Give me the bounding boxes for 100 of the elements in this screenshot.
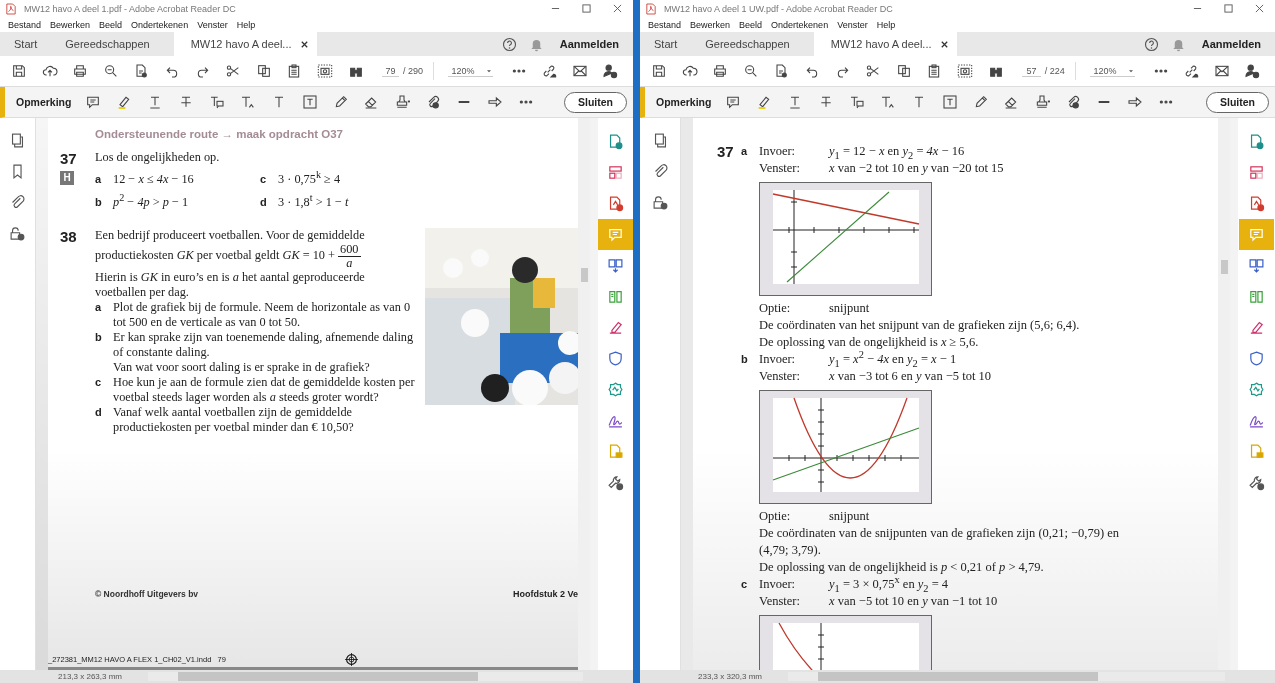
lock-icon[interactable]: [9, 225, 26, 242]
menu-item[interactable]: Beeld: [99, 19, 123, 30]
pages-icon[interactable]: [9, 132, 26, 149]
cloud-upload-icon[interactable]: [41, 63, 58, 79]
chapter-label: Hoofdstuk 2 Ve: [513, 589, 578, 599]
tab[interactable]: MW12 havo A deel...: [173, 32, 317, 56]
files-icon: [1248, 257, 1265, 274]
question-text: Er kan sprake zijn van toenemende daling, afnemende daling of constante daling.: [113, 330, 415, 360]
inequality: 3 · 0,75$^{k}$ ≥ 4: [278, 172, 341, 187]
copy-icon[interactable]: [255, 63, 272, 79]
zoom-search-icon[interactable]: [742, 63, 759, 79]
sign-in-link[interactable]: Aanmelden: [1201, 38, 1261, 50]
close-icon[interactable]: [1255, 4, 1264, 13]
menu-item[interactable]: Bewerken: [50, 19, 91, 30]
page-number-field[interactable]: 57: [1022, 65, 1041, 77]
comment-icon[interactable]: [725, 94, 742, 110]
close-icon[interactable]: [939, 39, 949, 49]
menu-item[interactable]: Ondertekenen: [771, 19, 829, 30]
row-value: x van −3 tot 6 en y van −5 tot 10: [829, 368, 991, 385]
close-button[interactable]: Sluiten: [1206, 91, 1269, 113]
row-label: Invoer:: [759, 351, 797, 368]
file-edit-icon[interactable]: [773, 63, 790, 79]
text-box-icon[interactable]: [301, 94, 318, 110]
tab[interactable]: Start: [640, 32, 692, 56]
arrow-icon[interactable]: [487, 94, 503, 110]
print-icon[interactable]: [72, 63, 89, 79]
tab[interactable]: Gereedschappen: [691, 32, 804, 56]
zoom-dropdown[interactable]: 120%: [1089, 65, 1135, 77]
vertical-scrollbar[interactable]: [578, 118, 590, 670]
stamp-icon[interactable]: [394, 94, 411, 110]
save-icon[interactable]: [11, 63, 27, 79]
stamp-icon[interactable]: [1034, 94, 1051, 110]
maximize-icon[interactable]: [1224, 4, 1233, 13]
replace-text-icon[interactable]: [209, 94, 225, 110]
menu-item[interactable]: Bestand: [8, 19, 42, 30]
question-text: Hoe kun je aan de formule zien dat de gemiddelde kosten per voetbal steeds lager worden als a steeds groter wordt?: [113, 375, 416, 405]
zoom-search-icon[interactable]: [102, 63, 119, 79]
save-icon[interactable]: [651, 63, 667, 79]
part-letter: d: [95, 405, 103, 420]
part-letter: a: [95, 172, 103, 187]
mail-icon[interactable]: [1213, 63, 1230, 79]
file-edit-icon[interactable]: [133, 63, 150, 79]
user-add-icon[interactable]: [1244, 63, 1261, 79]
file-icon: [1248, 443, 1265, 460]
link-icon[interactable]: [541, 63, 558, 79]
scrollbar-thumb[interactable]: [1221, 260, 1228, 274]
menu-item[interactable]: Bestand: [648, 19, 682, 30]
close-button[interactable]: Sluiten: [564, 91, 627, 113]
replace-text-icon[interactable]: [849, 94, 865, 110]
comment-icon[interactable]: [85, 94, 102, 110]
wrench-plus-icon: [607, 474, 624, 491]
user-add-icon[interactable]: [602, 63, 619, 79]
tab[interactable]: MW12 havo A deel...: [813, 32, 957, 56]
menu-item[interactable]: Ondertekenen: [131, 19, 189, 30]
text-box-icon[interactable]: [941, 94, 958, 110]
horizontal-scrollbar[interactable]: [148, 672, 583, 681]
file-plus-icon: [1248, 195, 1265, 212]
part-letter: b: [95, 195, 103, 210]
menu-item[interactable]: Venster: [197, 19, 228, 30]
badge-icon: [1248, 381, 1265, 398]
horizontal-scrollbar[interactable]: [788, 672, 1225, 681]
tab[interactable]: Gereedschappen: [51, 32, 164, 56]
camera-icon[interactable]: [316, 63, 333, 79]
close-icon[interactable]: [299, 39, 309, 49]
scrollbar-thumb[interactable]: [581, 268, 588, 282]
insert-text-icon[interactable]: [239, 94, 256, 110]
row-value: y$_{1}$ = x$^{2}$ − 4x en y$_{2}$ = x − 1: [829, 351, 957, 368]
badge-icon: [607, 381, 624, 398]
lock-icon[interactable]: [651, 194, 669, 211]
columns-icon: [607, 288, 624, 305]
cloud-upload-icon[interactable]: [681, 63, 698, 79]
arrow-icon[interactable]: [1127, 94, 1143, 110]
sign-in-link[interactable]: Aanmelden: [559, 38, 619, 50]
print-icon[interactable]: [712, 63, 729, 79]
menu-item[interactable]: Venster: [837, 19, 868, 30]
page-number-field[interactable]: 79: [382, 65, 399, 77]
files-icon: [607, 257, 624, 274]
vertical-scrollbar[interactable]: [1218, 118, 1230, 670]
close-icon[interactable]: [613, 4, 622, 13]
insert-text-icon[interactable]: [879, 94, 896, 110]
part-letter: a: [741, 144, 749, 159]
exercise-number: 37: [60, 150, 78, 167]
maximize-icon[interactable]: [582, 4, 591, 13]
file-icon: [607, 443, 624, 460]
help-icon[interactable]: [1143, 36, 1159, 52]
menu-item[interactable]: Bewerken: [690, 19, 731, 30]
menu-item[interactable]: Help: [236, 19, 256, 30]
scrollbar-thumb[interactable]: [178, 672, 478, 681]
link-icon[interactable]: [1183, 63, 1200, 79]
part-letter: d: [260, 195, 268, 210]
camera-icon[interactable]: [956, 63, 973, 79]
help-icon[interactable]: [501, 36, 517, 52]
row-value: x van −2 tot 10 en y van −20 tot 15: [829, 160, 1004, 177]
tab[interactable]: Start: [0, 32, 52, 56]
zoom-dropdown[interactable]: 120%: [447, 65, 493, 77]
copy-icon[interactable]: [895, 63, 912, 79]
menu-item[interactable]: Help: [876, 19, 896, 30]
mail-icon[interactable]: [571, 63, 588, 79]
menu-item[interactable]: Beeld: [739, 19, 763, 30]
scrollbar-thumb[interactable]: [818, 672, 1098, 681]
